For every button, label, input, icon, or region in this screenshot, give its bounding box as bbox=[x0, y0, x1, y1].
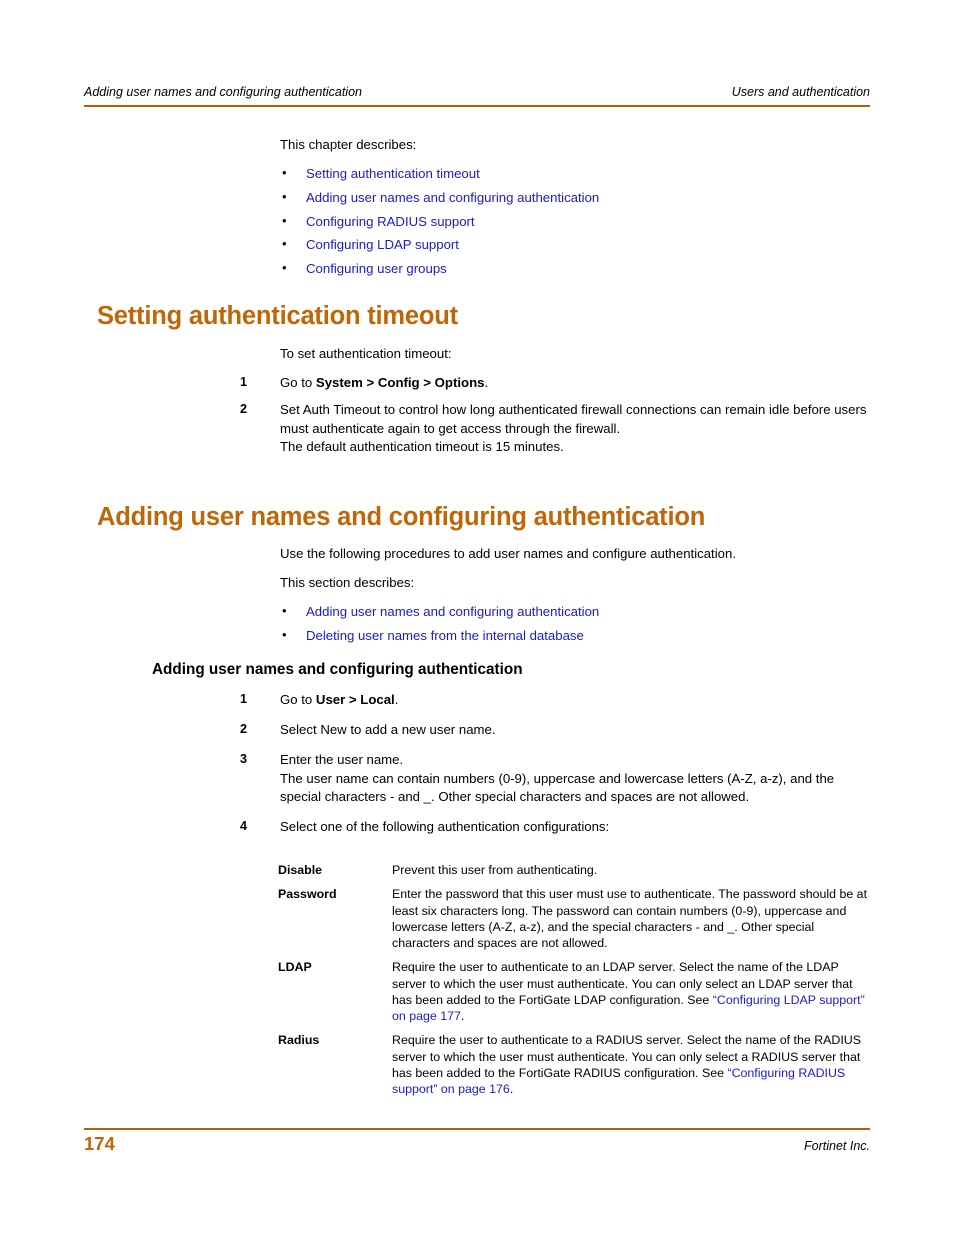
list-item: Configuring RADIUS support bbox=[280, 212, 870, 231]
step-number: 2 bbox=[240, 722, 248, 737]
section2-lead-1: Use the following procedures to add user… bbox=[280, 546, 736, 561]
definition-row-disable: Disable Prevent this user from authentic… bbox=[278, 862, 870, 878]
procedure-step: 2 Select New to add a new user name. bbox=[240, 721, 870, 739]
step-text-pre: Go to bbox=[280, 692, 316, 707]
section-link-adding-user-names[interactable]: Adding user names and configuring authen… bbox=[306, 604, 599, 619]
step-text-post: . bbox=[484, 375, 489, 391]
list-item: Setting authentication timeout bbox=[280, 164, 870, 183]
step-text-post: . bbox=[394, 692, 399, 707]
chapter-toc-list: Setting authentication timeout Adding us… bbox=[280, 164, 870, 278]
step-text-pre: Select one of the following authenticati… bbox=[280, 819, 610, 835]
footer-company-name: Fortinet Inc. bbox=[804, 1139, 870, 1153]
definition-row-password: Password Enter the password that this us… bbox=[278, 886, 870, 951]
subsection-heading-adding-user-names: Adding user names and configuring authen… bbox=[152, 661, 523, 678]
section-heading-adding-user-names: Adding user names and configuring authen… bbox=[97, 503, 706, 531]
section-link-deleting-user-names[interactable]: Deleting user names from the internal da… bbox=[306, 628, 584, 643]
step-text-bold: User > Local bbox=[315, 692, 395, 707]
step-number: 4 bbox=[240, 819, 248, 834]
toc-link-setting-authentication-timeout[interactable]: Setting authentication timeout bbox=[306, 166, 480, 181]
list-item: Adding user names and configuring authen… bbox=[280, 602, 870, 621]
step-number: 1 bbox=[240, 692, 248, 706]
running-header: Adding user names and configuring authen… bbox=[84, 85, 870, 99]
toc-link-configuring-ldap-support[interactable]: Configuring LDAP support bbox=[306, 237, 459, 252]
definition-row-ldap: LDAP Require the user to authenticate to… bbox=[278, 959, 870, 1024]
authentication-options-definition-list: Disable Prevent this user from authentic… bbox=[0, 862, 954, 1105]
section2-lead-2: This section describes: bbox=[280, 575, 415, 591]
step-text-pre: Set Auth Timeout to control how long aut… bbox=[280, 402, 867, 436]
procedure-step: 1 Go to User > Local. bbox=[240, 691, 870, 709]
definition-term: Radius bbox=[278, 1033, 320, 1048]
definition-description: Require the user to authenticate to an L… bbox=[392, 959, 870, 1024]
list-item: Configuring user groups bbox=[280, 259, 870, 278]
page-number: 174 bbox=[84, 1133, 115, 1154]
section-heading-setting-authentication-timeout: Setting authentication timeout bbox=[97, 302, 458, 330]
intro-lead: This chapter describes: bbox=[280, 137, 417, 152]
step-text-pre: Select New to add a new user name. bbox=[280, 722, 496, 738]
step-number: 3 bbox=[240, 752, 248, 767]
definition-row-radius: Radius Require the user to authenticate … bbox=[278, 1032, 870, 1097]
procedure-list-timeout: 1 Go to System > Config > Options. 2 Set… bbox=[0, 374, 954, 456]
header-left-title: Adding user names and configuring authen… bbox=[84, 85, 362, 99]
definition-term: LDAP bbox=[278, 960, 312, 975]
section-adding-user-names: Use the following procedures to add user… bbox=[0, 545, 954, 651]
procedure-step: 1 Go to System > Config > Options. bbox=[240, 374, 870, 392]
step-text-pre: Go to bbox=[280, 375, 316, 391]
toc-link-configuring-user-groups[interactable]: Configuring user groups bbox=[306, 261, 447, 276]
document-page: Adding user names and configuring authen… bbox=[0, 0, 954, 1235]
procedure-list-adding-user: 1 Go to User > Local. 2 Select New to ad… bbox=[0, 691, 954, 836]
definition-term: Disable bbox=[278, 863, 323, 877]
definition-description-tail: . bbox=[509, 1082, 514, 1097]
toc-link-adding-user-names[interactable]: Adding user names and configuring authen… bbox=[306, 190, 599, 205]
step-text-bold: System > Config > Options bbox=[315, 375, 485, 391]
section-setting-authentication-timeout: To set authentication timeout: 1 Go to S… bbox=[0, 345, 954, 465]
step-number: 1 bbox=[240, 375, 248, 390]
step-number: 2 bbox=[240, 402, 248, 417]
toc-link-configuring-radius-support[interactable]: Configuring RADIUS support bbox=[306, 214, 475, 229]
header-right-title: Users and authentication bbox=[731, 85, 870, 99]
definition-description-text: Enter the password that this user must u… bbox=[392, 887, 868, 951]
definition-description: Prevent this user from authenticating. bbox=[392, 862, 870, 878]
definition-term: Password bbox=[278, 887, 337, 902]
step-text-pre: Enter the user name. bbox=[280, 752, 404, 768]
list-item: Adding user names and configuring authen… bbox=[280, 188, 870, 207]
step-extra-text: The default authentication timeout is 15… bbox=[280, 438, 564, 454]
procedure-step: 3 Enter the user name. The user name can… bbox=[240, 751, 870, 806]
subsection-procedure: 1 Go to User > Local. 2 Select New to ad… bbox=[0, 691, 954, 836]
chapter-intro: This chapter describes: Setting authenti… bbox=[0, 136, 954, 284]
procedure-step: 4 Select one of the following authentica… bbox=[240, 818, 870, 836]
list-item: Configuring LDAP support bbox=[280, 235, 870, 254]
page-footer: 174 Fortinet Inc. bbox=[84, 1133, 870, 1155]
procedure-step: 2 Set Auth Timeout to control how long a… bbox=[240, 401, 870, 456]
section-toc-list: Adding user names and configuring authen… bbox=[280, 602, 870, 645]
footer-divider bbox=[84, 1128, 870, 1130]
section1-lead: To set authentication timeout: bbox=[280, 346, 452, 361]
step-extra-text: The user name can contain numbers (0-9),… bbox=[280, 770, 835, 804]
definition-description-text: Prevent this user from authenticating. bbox=[392, 863, 598, 877]
definition-description: Require the user to authenticate to a RA… bbox=[392, 1032, 870, 1097]
definition-description: Enter the password that this user must u… bbox=[392, 886, 870, 951]
header-divider bbox=[84, 105, 870, 107]
definition-description-tail: . bbox=[460, 1009, 465, 1024]
list-item: Deleting user names from the internal da… bbox=[280, 626, 870, 645]
